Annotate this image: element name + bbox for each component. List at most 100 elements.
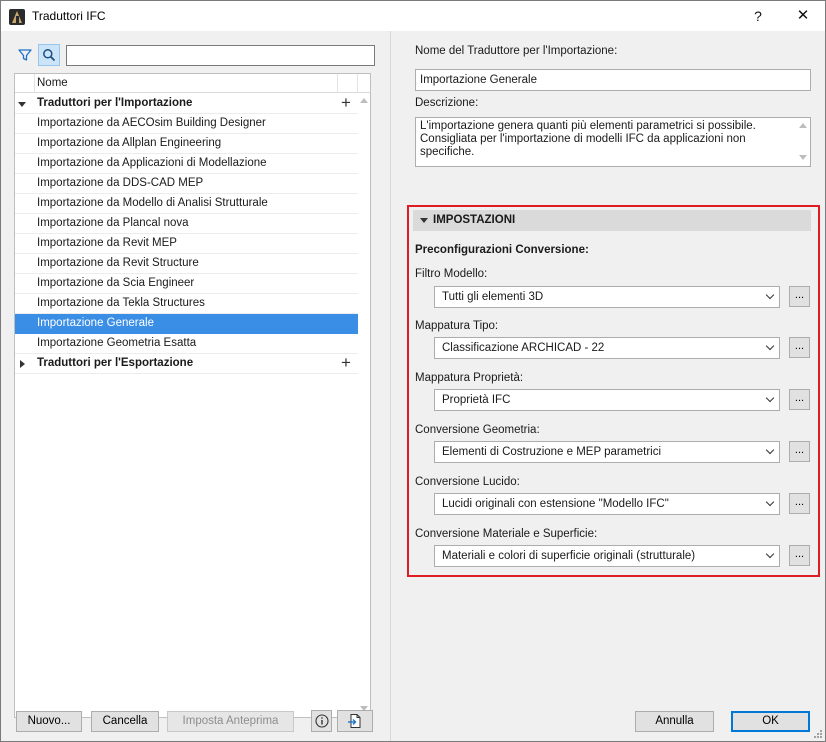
conversion-presets-label: Preconfigurazioni Conversione: (415, 244, 589, 256)
property-mapping-options-button[interactable]: ... (789, 389, 810, 410)
translator-item-label: Importazione da Allplan Engineering (37, 137, 222, 149)
column-separator (357, 74, 358, 93)
archicad-app-icon (9, 9, 25, 25)
model-filter-value: Tutti gli elementi 3D (442, 291, 544, 303)
type-mapping-options-button[interactable]: ... (789, 337, 810, 358)
export-translator-button[interactable] (337, 710, 373, 732)
model-filter-select[interactable]: Tutti gli elementi 3D (434, 286, 780, 308)
window-title: Traduttori IFC (32, 9, 106, 23)
layer-conversion-value: Lucidi originali con estensione "Modello… (442, 498, 669, 510)
scroll-up-arrow-icon[interactable] (360, 98, 368, 103)
tree-group-label: Traduttori per l'Esportazione (37, 357, 194, 369)
model-filter-label: Filtro Modello: (415, 268, 488, 280)
tree-group-row[interactable]: Traduttori per l'Esportazione + (15, 354, 358, 374)
property-mapping-select[interactable]: Proprietà IFC (434, 389, 780, 411)
geometry-conversion-options-button[interactable]: ... (789, 441, 810, 462)
chevron-down-icon (765, 445, 775, 455)
translator-tree: Nome Traduttori per l'Importazione + Impor… (14, 73, 371, 718)
chevron-down-icon (765, 290, 775, 300)
translator-item-label: Importazione da Modello di Analisi Strut… (37, 197, 268, 209)
type-mapping-select[interactable]: Classificazione ARCHICAD - 22 (434, 337, 780, 359)
column-separator (34, 74, 35, 93)
description-scroll-up-icon[interactable] (799, 123, 807, 128)
help-button[interactable]: ? (736, 1, 780, 31)
resize-grip-icon[interactable] (813, 729, 823, 739)
tree-rows: Traduttori per l'Importazione + Importazio… (15, 94, 358, 374)
translator-name-input[interactable]: Importazione Generale (415, 69, 811, 91)
translator-list-pane: Nome Traduttori per l'Importazione + Impor… (1, 31, 391, 741)
translator-item-label: Importazione Generale (37, 317, 154, 329)
chevron-down-icon (765, 497, 775, 507)
translator-list-item[interactable]: Importazione da Applicazioni di Modellaz… (15, 154, 358, 174)
translator-list-item[interactable]: Importazione da Revit Structure (15, 254, 358, 274)
collapse-triangle-icon (420, 218, 428, 223)
type-mapping-value: Classificazione ARCHICAD - 22 (442, 342, 605, 354)
translator-list-item[interactable]: Importazione da Revit MEP (15, 234, 358, 254)
tree-header: Nome (15, 74, 370, 93)
translator-list-item[interactable]: Importazione da Scia Engineer (15, 274, 358, 294)
translator-item-label: Importazione da Plancal nova (37, 217, 189, 229)
translator-list-item[interactable]: Importazione da Modello di Analisi Strut… (15, 194, 358, 214)
delete-button[interactable]: Cancella (91, 711, 159, 732)
info-button[interactable] (311, 710, 332, 732)
chevron-down-icon (765, 549, 775, 559)
geometry-conversion-label: Conversione Geometria: (415, 424, 540, 436)
expand-closed-triangle-icon[interactable] (20, 360, 25, 368)
dialog-cancel-button[interactable]: Annulla (635, 711, 714, 732)
settings-section-header[interactable]: IMPOSTAZIONI (413, 210, 811, 231)
translator-item-label: Importazione da Tekla Structures (37, 297, 205, 309)
tree-scrollbar[interactable] (358, 94, 370, 717)
settings-title: IMPOSTAZIONI (433, 214, 516, 226)
search-input[interactable] (66, 45, 375, 66)
search-icon (43, 49, 56, 62)
description-scroll-down-icon[interactable] (799, 155, 807, 160)
title-bar: Traduttori IFC ? ✕ (1, 1, 825, 31)
model-filter-options-button[interactable]: ... (789, 286, 810, 307)
ok-button[interactable]: OK (731, 711, 810, 732)
translator-list-item[interactable]: Importazione da Plancal nova (15, 214, 358, 234)
translator-details-pane: Nome del Traduttore per l'Importazione: … (391, 31, 825, 741)
geometry-conversion-select[interactable]: Elementi di Costruzione e MEP parametric… (434, 441, 780, 463)
tree-group-label: Traduttori per l'Importazione (37, 97, 193, 109)
material-conversion-options-button[interactable]: ... (789, 545, 810, 566)
translator-list-item[interactable]: Importazione da Allplan Engineering (15, 134, 358, 154)
layer-conversion-select[interactable]: Lucidi originali con estensione "Modello… (434, 493, 780, 515)
expand-open-triangle-icon[interactable] (18, 102, 26, 107)
translator-list-item[interactable]: Importazione da AECOsim Building Designe… (15, 114, 358, 134)
translator-name-label: Nome del Traduttore per l'Importazione: (415, 45, 618, 57)
material-conversion-label: Conversione Materiale e Superficie: (415, 528, 598, 540)
layer-conversion-label: Conversione Lucido: (415, 476, 520, 488)
new-button[interactable]: Nuovo... (16, 711, 82, 732)
material-conversion-select[interactable]: Materiali e colori di superficie origina… (434, 545, 780, 567)
type-mapping-label: Mappatura Tipo: (415, 320, 499, 332)
set-preview-button[interactable]: Imposta Anteprima (167, 711, 294, 732)
close-button[interactable]: ✕ (781, 1, 825, 31)
property-mapping-label: Mappatura Proprietà: (415, 372, 524, 384)
translator-list-item[interactable]: Importazione da Tekla Structures (15, 294, 358, 314)
translator-item-label: Importazione da AECOsim Building Designe… (37, 117, 266, 129)
translator-item-label: Importazione da Revit MEP (37, 237, 177, 249)
property-mapping-value: Proprietà IFC (442, 394, 511, 406)
add-translator-icon[interactable]: + (341, 354, 351, 372)
material-conversion-value: Materiali e colori di superficie origina… (442, 550, 696, 562)
filter-icon[interactable] (18, 48, 32, 62)
translator-item-label: Importazione da Revit Structure (37, 257, 199, 269)
tree-group-row[interactable]: Traduttori per l'Importazione + (15, 94, 358, 114)
chevron-down-icon (765, 393, 775, 403)
description-textarea[interactable]: L'importazione genera quanti più element… (415, 117, 811, 167)
layer-conversion-options-button[interactable]: ... (789, 493, 810, 514)
column-separator (337, 74, 338, 93)
info-icon (314, 714, 329, 728)
translator-item-label: Importazione da Applicazioni di Modellaz… (37, 157, 267, 169)
add-translator-icon[interactable]: + (341, 94, 351, 112)
translator-item-label: Importazione Geometria Esatta (37, 337, 197, 349)
translator-list-item[interactable]: Importazione Generale (15, 314, 358, 334)
export-file-icon (348, 714, 361, 728)
column-header-name[interactable]: Nome (37, 77, 68, 89)
description-label: Descrizione: (415, 97, 479, 109)
ifc-translators-dialog: Traduttori IFC ? ✕ Nome Traduttori per l… (0, 0, 826, 742)
chevron-down-icon (765, 341, 775, 351)
translator-list-item[interactable]: Importazione da DDS-CAD MEP (15, 174, 358, 194)
translator-list-item[interactable]: Importazione Geometria Esatta (15, 334, 358, 354)
search-toggle-button[interactable] (38, 44, 60, 66)
